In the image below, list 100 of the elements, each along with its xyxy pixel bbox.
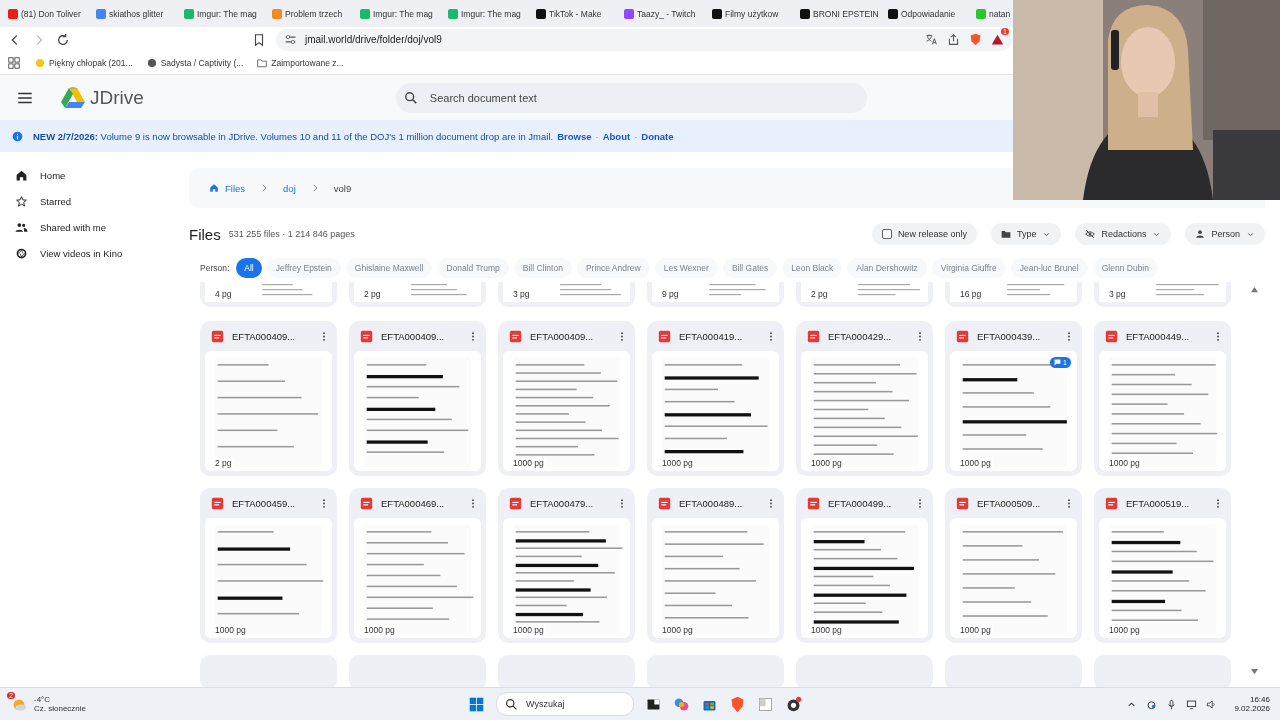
file-card[interactable]: EFTA000419... 1000 pg (647, 321, 784, 476)
more-icon[interactable] (471, 330, 475, 342)
file-card[interactable]: EFTA000469... 1000 pg (349, 488, 486, 643)
file-card[interactable]: EFTA000409... 1000 pg (498, 321, 635, 476)
taskbar-search-field[interactable]: Wyszukaj (524, 698, 618, 710)
file-card[interactable]: EFTA000489... 1000 pg (647, 488, 784, 643)
person-chip[interactable]: Prince Andrew (576, 258, 650, 278)
file-card[interactable]: EFTA000459... 1000 pg (200, 488, 337, 643)
breadcrumb-link[interactable]: Files (209, 182, 246, 194)
page-count: 1000 pg (958, 625, 993, 635)
person-chip[interactable]: Les Wexner (654, 258, 718, 278)
browser-tab[interactable]: BRONI EPSTEIN (798, 2, 884, 25)
filter-dropdown[interactable]: Person (1185, 223, 1265, 245)
browser-tab[interactable]: natan (974, 2, 1013, 25)
more-icon[interactable] (1067, 497, 1071, 509)
filter-dropdown[interactable]: Type (990, 223, 1062, 245)
browser-tab[interactable]: Imgur: The mag (182, 2, 268, 25)
announcement-text: NEW 2/7/2026: Volume 9 is now browsable in JDrive. Volumes 10 and 11 of the DOJ's 1 million document drop are in Jmail. (33, 130, 554, 142)
sidebar-item[interactable]: View videos in Kino (0, 240, 174, 266)
sidebar-item[interactable]: Shared with me (0, 214, 174, 240)
file-card[interactable]: 9 pg (647, 282, 784, 307)
person-chip[interactable]: Bill Gates (722, 258, 778, 278)
new-release-toggle[interactable]: New release only (871, 223, 977, 245)
more-icon[interactable] (471, 497, 475, 509)
person-chip[interactable]: Glenn Dubin (1092, 258, 1158, 278)
filter-dropdown[interactable]: Redactions (1075, 223, 1172, 245)
file-card[interactable]: 4 pg (200, 282, 337, 307)
person-chip[interactable]: Jean-luc Brunel (1010, 258, 1088, 278)
person-chip[interactable]: Alan Dershowitz (847, 258, 927, 278)
file-card[interactable]: EFTA000479... 1000 pg (498, 488, 635, 643)
more-icon[interactable] (918, 497, 922, 509)
breadcrumb-link[interactable]: doj (283, 182, 296, 194)
share-icon[interactable] (947, 33, 960, 46)
shield-icon[interactable] (969, 33, 982, 46)
scroll-up-icon[interactable] (1250, 286, 1259, 293)
person-chip[interactable]: Ghislaine Maxwell (345, 258, 433, 278)
more-icon[interactable] (769, 330, 773, 342)
display-icon[interactable] (1186, 698, 1198, 710)
page-count: 9 pg (660, 289, 681, 299)
browser-tab[interactable]: skiathos glitter (94, 2, 180, 25)
bookmark-item[interactable]: Piękny chłopak (201... (35, 58, 133, 68)
more-icon[interactable] (322, 330, 326, 342)
scroll-down-icon[interactable] (1250, 668, 1259, 675)
search-bar[interactable]: Search document text (395, 82, 867, 113)
file-card[interactable]: EFTA000499... 1000 pg (796, 488, 933, 643)
pdf-icon (807, 329, 820, 343)
triangle-icon[interactable] (991, 33, 1004, 46)
more-icon[interactable] (620, 497, 624, 509)
person-chip[interactable]: Bill Clinton (513, 258, 572, 278)
sidebar-item[interactable]: Home (0, 162, 174, 188)
more-icon[interactable] (918, 330, 922, 342)
browser-tab[interactable]: Imgur: The mag (446, 2, 532, 25)
more-icon[interactable] (322, 497, 326, 509)
file-card[interactable]: 2 pg (349, 282, 486, 307)
apps-grid-icon[interactable] (7, 56, 21, 70)
site-settings-icon[interactable] (284, 33, 297, 46)
person-chip[interactable]: Donald Trump (437, 258, 509, 278)
volume-icon[interactable] (1206, 698, 1218, 710)
bookmark-item[interactable]: Sadysta / Captivity (... (146, 58, 244, 68)
sidebar-item[interactable]: Starred (0, 188, 174, 214)
more-icon[interactable] (1216, 330, 1220, 342)
banner-link[interactable]: About (602, 130, 631, 142)
browser-tab[interactable]: Odpowiadanie (886, 2, 972, 25)
windows-start-icon[interactable] (468, 695, 485, 713)
file-card[interactable]: EFTA000429... 1000 pg (796, 321, 933, 476)
network-icon[interactable] (1146, 698, 1158, 710)
translate-icon[interactable] (925, 33, 938, 46)
person-chip[interactable]: All (236, 258, 262, 278)
browser-tab[interactable]: Taazy_ - Twitch (622, 2, 708, 25)
taskbar-search-bar[interactable]: Wyszukaj (496, 692, 634, 716)
browser-tab[interactable]: Problem trzech (270, 2, 356, 25)
file-card[interactable]: EFTA000519... 1000 pg (1094, 488, 1231, 643)
file-card[interactable]: 2 pg (796, 282, 933, 307)
file-card[interactable]: EFTA000509... 1000 pg (945, 488, 1082, 643)
file-card[interactable]: EFTA000409... 2 pg (200, 321, 337, 476)
file-card[interactable]: 3 pg (498, 282, 635, 307)
bookmark-item[interactable]: Zaimportowane z... (257, 58, 344, 68)
shield-icon[interactable] (729, 695, 746, 713)
more-icon[interactable] (620, 330, 624, 342)
checkbox[interactable] (881, 229, 892, 239)
record-icon[interactable] (785, 695, 802, 713)
person-chip[interactable]: Jeffrey Epstein (266, 258, 341, 278)
banner-link[interactable]: Browse (557, 130, 592, 142)
person-chip[interactable]: Leon Black (782, 258, 843, 278)
reload-icon[interactable] (56, 32, 70, 47)
more-icon[interactable] (1216, 497, 1220, 509)
file-card[interactable]: EFTA000409... (349, 321, 486, 476)
browser-tab[interactable]: (81) Don Toliver (6, 2, 92, 25)
browser-tab[interactable]: Filmy użytkow (710, 2, 796, 25)
person-chip[interactable]: Virginia Giuffre (931, 258, 1006, 278)
more-icon[interactable] (769, 497, 773, 509)
bookmark-icon[interactable] (252, 32, 266, 47)
banner-link[interactable]: Donate (641, 130, 674, 142)
search-field[interactable]: Search document text (427, 90, 859, 105)
file-card[interactable]: 16 pg (945, 282, 1082, 307)
browser-tab[interactable]: TikTok - Make (534, 2, 620, 25)
file-card[interactable]: 3 pg (1094, 282, 1231, 307)
file-card[interactable]: EFTA000449... 1000 pg (1094, 321, 1231, 476)
browser-tab[interactable]: Imgur: The mag (358, 2, 444, 25)
more-icon[interactable] (1067, 330, 1071, 342)
